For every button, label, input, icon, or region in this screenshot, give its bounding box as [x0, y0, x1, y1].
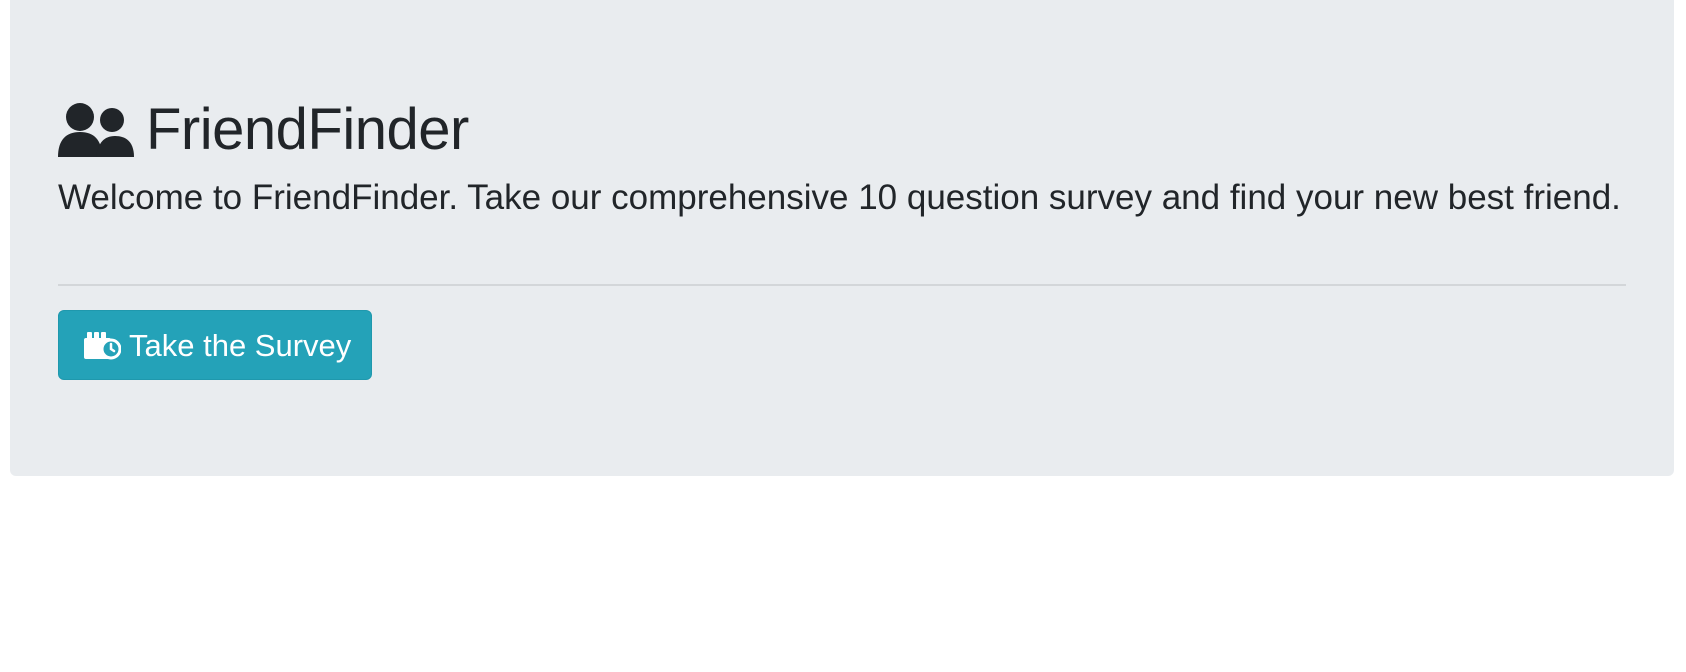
take-survey-label: Take the Survey	[129, 327, 352, 363]
page: FriendFinder Welcome to FriendFinder. Ta…	[0, 0, 1686, 672]
divider	[58, 284, 1626, 286]
page-title: FriendFinder	[146, 97, 469, 162]
survey-icon	[84, 332, 121, 360]
users-icon	[58, 103, 134, 157]
take-survey-button[interactable]: Take the Survey	[58, 310, 372, 380]
jumbotron: FriendFinder Welcome to FriendFinder. Ta…	[10, 0, 1674, 476]
page-heading: FriendFinder	[58, 92, 469, 168]
welcome-text: Welcome to FriendFinder. Take our compre…	[58, 178, 1621, 217]
